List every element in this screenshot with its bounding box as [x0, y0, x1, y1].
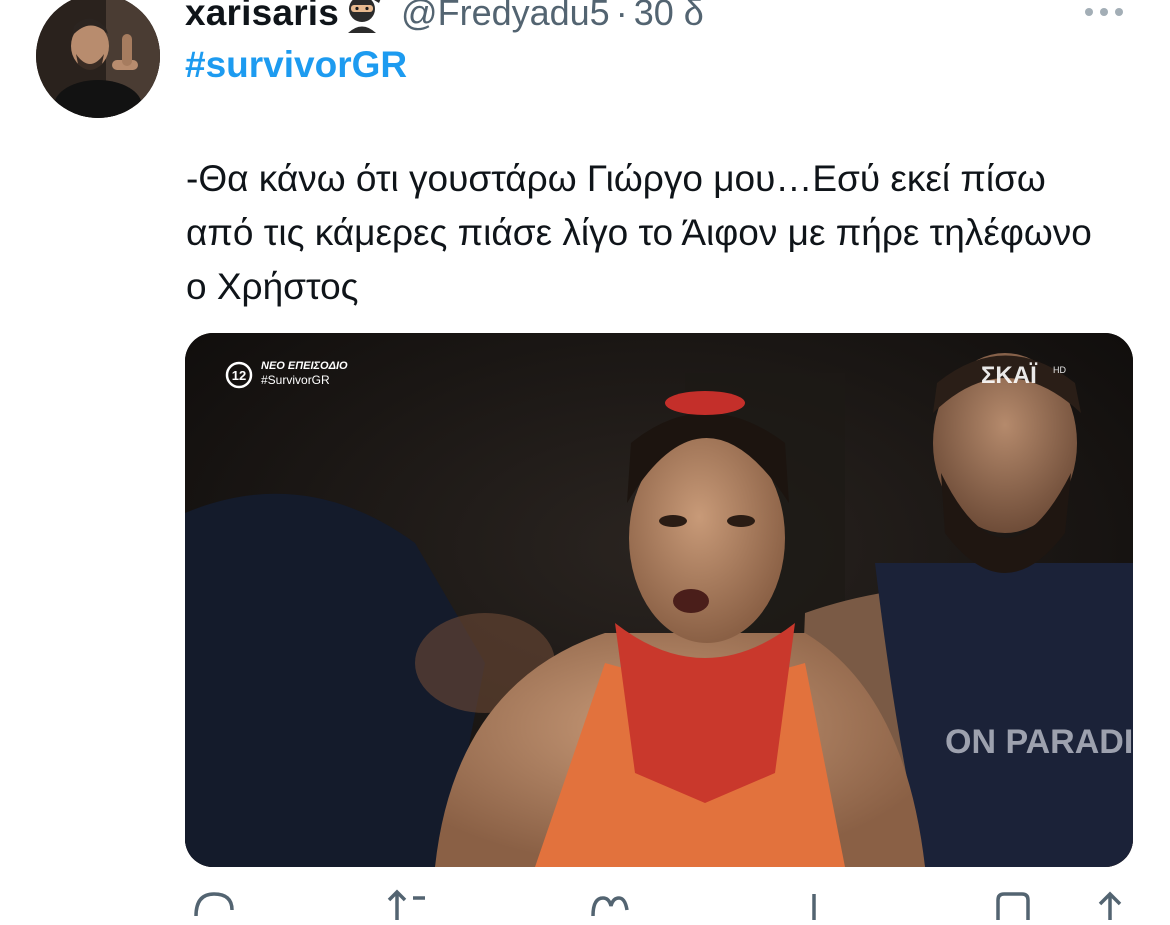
hashtag-link[interactable]: #survivorGR — [185, 44, 407, 86]
episode-label: ΝΕΟ ΕΠΕΙΣΟΔΙΟ — [261, 360, 348, 372]
time-separator: · — [615, 0, 628, 33]
ninja-emoji-icon — [341, 0, 383, 34]
rating-badge: 12 — [232, 368, 246, 383]
tweet-action-bar — [0, 880, 1170, 920]
share-icon[interactable] — [1086, 880, 1134, 920]
heart-icon[interactable] — [585, 880, 633, 920]
tweet-media-image[interactable]: ON PARADIS 12 ΝΕΟ ΕΠΕΙΣΟΔΙΟ #SurvivorGR … — [185, 333, 1133, 867]
user-handle[interactable]: @Fredyadu5 — [401, 0, 610, 34]
episode-hashtag: #SurvivorGR — [261, 373, 330, 387]
display-name[interactable]: xarisaris — [185, 0, 339, 34]
retweet-icon[interactable] — [385, 880, 433, 920]
tweet-header: xarisaris @Fredyadu5 · 30 δ — [185, 0, 704, 38]
more-horizontal-icon[interactable] — [1082, 0, 1126, 24]
timestamp[interactable]: 30 δ — [634, 0, 704, 34]
avatar[interactable] — [36, 0, 160, 118]
channel-logo: ΣΚΑΪ — [981, 362, 1038, 389]
tweet-text: -Θα κάνω ότι γουστάρω Γιώργο μου…Εσύ εκε… — [186, 158, 1092, 307]
channel-hd-label: HD — [1053, 365, 1066, 375]
shirt-text: ON PARADIS — [945, 723, 1133, 761]
reply-icon[interactable] — [190, 880, 238, 920]
views-icon[interactable] — [790, 880, 838, 920]
bookmark-icon[interactable] — [992, 880, 1040, 920]
